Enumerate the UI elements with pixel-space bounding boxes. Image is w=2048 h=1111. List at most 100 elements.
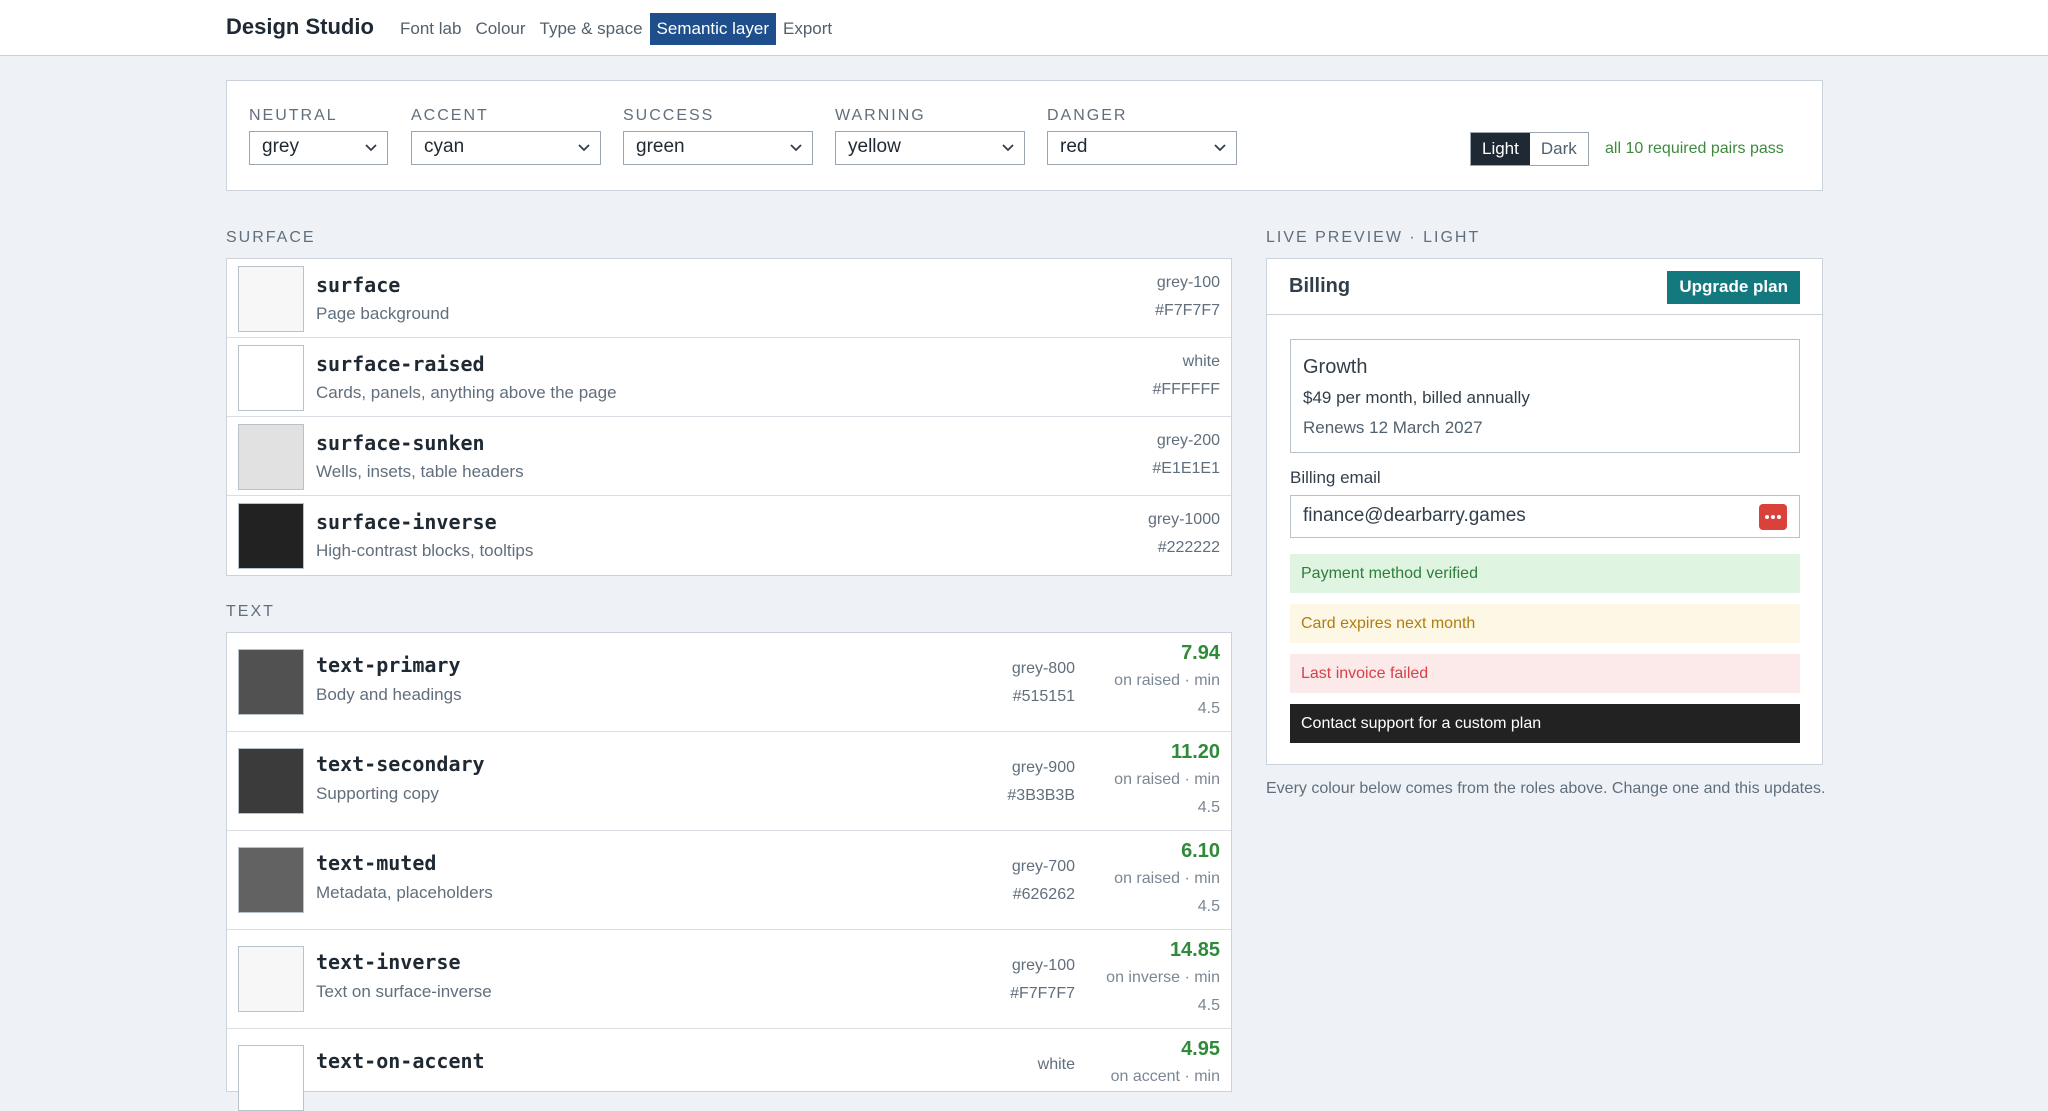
token-name: surface-sunken — [316, 431, 485, 455]
ratio-value: 14.85 — [1169, 939, 1220, 961]
token-reference: grey-200 #E1E1E1 — [1152, 427, 1220, 483]
accent-select[interactable]: cyan — [411, 131, 601, 165]
role-success: SUCCESS green — [623, 107, 813, 165]
hex-value: #E1E1E1 — [1152, 460, 1220, 477]
hex-value: #515151 — [1012, 688, 1075, 705]
palette-step: grey-100 — [1011, 957, 1075, 974]
token-description: Cards, panels, anything above the page — [316, 383, 617, 402]
token-row[interactable]: text-primary Body and headings grey-800 … — [227, 633, 1231, 732]
neutral-select[interactable]: grey — [249, 131, 388, 165]
color-swatch — [238, 649, 304, 715]
token-row[interactable]: surface-inverse High-contrast blocks, to… — [227, 496, 1231, 575]
token-row[interactable]: text-on-accent white 4.95 on accent · mi… — [227, 1029, 1231, 1111]
token-name: surface-inverse — [316, 510, 497, 534]
nav-type-space[interactable]: Type & space — [533, 13, 650, 45]
billing-email-field[interactable]: finance@dearbarry.games — [1290, 495, 1800, 538]
app-title: Design Studio — [226, 14, 374, 39]
warning-select[interactable]: yellow — [835, 131, 1025, 165]
token-row[interactable]: text-secondary Supporting copy grey-900 … — [227, 732, 1231, 831]
role-neutral: NEUTRAL grey — [249, 107, 388, 165]
surface-token-list: surface Page background grey-100 #F7F7F7… — [226, 258, 1232, 576]
nav-semantic-layer[interactable]: Semantic layer — [649, 13, 776, 45]
chevron-down-icon — [1214, 144, 1226, 152]
palette-step: grey-800 — [1011, 660, 1075, 677]
token-row[interactable]: surface-sunken Wells, insets, table head… — [227, 417, 1231, 496]
success-status: Payment method verified — [1290, 554, 1800, 593]
nav-export[interactable]: Export — [776, 13, 839, 45]
token-name: text-inverse — [316, 950, 461, 974]
role-label: DANGER — [1047, 107, 1128, 124]
warning-status: Card expires next month — [1290, 604, 1800, 643]
nav-colour[interactable]: Colour — [468, 13, 532, 45]
hex-value: #222222 — [1157, 539, 1220, 556]
token-reference: grey-1000 #222222 — [1148, 506, 1220, 562]
color-swatch — [238, 847, 304, 913]
preview-header: Billing Upgrade plan — [1267, 259, 1822, 315]
token-row[interactable]: text-inverse Text on surface-inverse gre… — [227, 930, 1231, 1029]
ratio-value: 6.10 — [1181, 840, 1220, 862]
password-manager-icon[interactable] — [1759, 504, 1787, 530]
inverse-status: Contact support for a custom plan — [1290, 704, 1800, 743]
color-swatch — [238, 1045, 304, 1111]
ratio-context: on raised · min — [1114, 870, 1220, 887]
ratio-value: 7.94 — [1181, 642, 1220, 664]
token-description: Body and headings — [316, 685, 462, 704]
token-description: Metadata, placeholders — [316, 883, 493, 902]
role-label: WARNING — [835, 107, 926, 124]
palette-step: grey-100 — [1156, 274, 1220, 291]
danger-select[interactable]: red — [1047, 131, 1237, 165]
palette-step: white — [1182, 353, 1220, 370]
text-token-list: text-primary Body and headings grey-800 … — [226, 632, 1232, 1111]
ratio-context: on raised · min — [1114, 672, 1220, 689]
theme-mode-toggle: Light Dark — [1470, 132, 1589, 166]
token-description: Wells, insets, table headers — [316, 462, 524, 481]
ratio-minimum: 4.5 — [1197, 898, 1220, 915]
select-value: grey — [262, 136, 299, 157]
chevron-down-icon — [1002, 144, 1014, 152]
contrast-ratio: 4.95 on accent · min — [1111, 1035, 1220, 1091]
role-danger: DANGER red — [1047, 107, 1237, 165]
token-reference: grey-900 #3B3B3B — [1007, 754, 1075, 810]
upgrade-plan-button[interactable]: Upgrade plan — [1667, 271, 1800, 304]
ratio-minimum: 4.5 — [1197, 997, 1220, 1014]
token-description: Page background — [316, 304, 450, 323]
token-row[interactable]: text-muted Metadata, placeholders grey-7… — [227, 831, 1231, 930]
hex-value: #626262 — [1012, 886, 1075, 903]
ratio-context: on accent · min — [1110, 1068, 1220, 1085]
role-picker-panel: NEUTRAL grey ACCENT cyan SUCCESS green W… — [226, 80, 1823, 191]
plan-renewal: Renews 12 March 2027 — [1303, 418, 1483, 437]
hex-value: #F7F7F7 — [1155, 302, 1220, 319]
token-name: text-muted — [316, 851, 437, 875]
token-row[interactable]: surface Page background grey-100 #F7F7F7 — [227, 259, 1231, 338]
ratio-context: on raised · min — [1114, 771, 1220, 788]
role-label: NEUTRAL — [249, 107, 338, 124]
token-name: surface — [316, 273, 401, 297]
nav-font-lab[interactable]: Font lab — [393, 13, 468, 45]
main-nav: Font lab Colour Type & space Semantic la… — [393, 13, 839, 45]
hex-value: #FFFFFF — [1152, 381, 1220, 398]
plan-name: Growth — [1303, 356, 1368, 378]
success-select[interactable]: green — [623, 131, 813, 165]
chevron-down-icon — [790, 144, 802, 152]
token-description: Text on surface-inverse — [316, 982, 492, 1001]
token-row[interactable]: surface-raised Cards, panels, anything a… — [227, 338, 1231, 417]
preview-note: Every colour below comes from the roles … — [1266, 780, 1826, 797]
color-swatch — [238, 503, 304, 569]
token-reference: white — [1038, 1051, 1075, 1079]
live-preview-heading: LIVE PREVIEW · LIGHT — [1266, 229, 1481, 246]
ratio-context: on inverse · min — [1106, 969, 1220, 986]
token-name: surface-raised — [316, 352, 485, 376]
danger-status: Last invoice failed — [1290, 654, 1800, 693]
hex-value: #3B3B3B — [1007, 787, 1075, 804]
contrast-status: all 10 required pairs pass — [1605, 140, 1784, 157]
contrast-ratio: 7.94 on raised · min 4.5 — [1114, 639, 1220, 723]
ratio-value: 11.20 — [1171, 741, 1220, 763]
chevron-down-icon — [578, 144, 590, 152]
color-swatch — [238, 424, 304, 490]
token-description: Supporting copy — [316, 784, 439, 803]
token-reference: white #FFFFFF — [1152, 348, 1220, 404]
dark-mode-button[interactable]: Dark — [1529, 133, 1588, 165]
select-value: cyan — [424, 136, 465, 157]
token-name: text-primary — [316, 653, 461, 677]
light-mode-button[interactable]: Light — [1471, 133, 1530, 165]
